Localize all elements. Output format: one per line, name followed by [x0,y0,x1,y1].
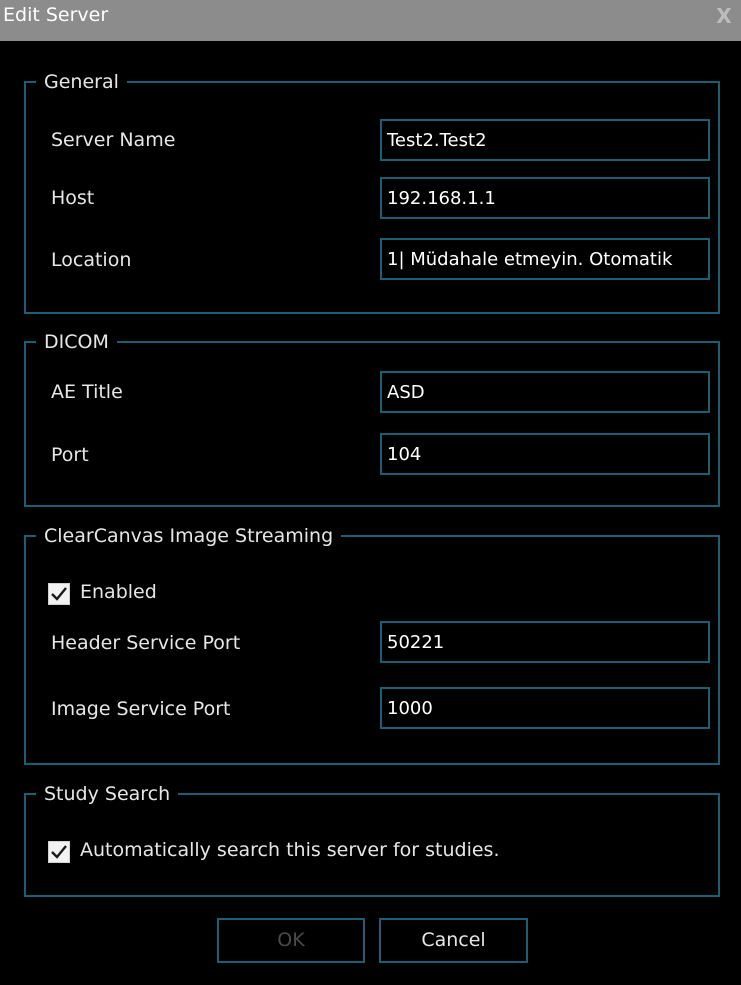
header-service-port-label: Header Service Port [51,632,241,654]
header-service-port-input[interactable] [380,621,710,663]
title-bar: Edit Server X [0,0,741,41]
ae-title-input[interactable] [380,371,710,413]
checkmark-icon [51,587,67,601]
ok-button[interactable]: OK [217,918,365,963]
image-service-port-input[interactable] [380,687,710,729]
cancel-button[interactable]: Cancel [379,918,528,963]
location-input[interactable] [380,238,710,280]
checkmark-icon [51,845,67,859]
port-label: Port [51,444,89,466]
close-icon[interactable]: X [713,4,735,28]
auto-search-label[interactable]: Automatically search this server for stu… [80,839,500,861]
streaming-group: ClearCanvas Image Streaming Enabled Head… [24,523,720,765]
port-input[interactable] [380,433,710,475]
dicom-legend: DICOM [36,329,117,355]
enabled-checkbox[interactable] [48,583,70,605]
host-input[interactable] [380,177,710,219]
location-label: Location [51,249,132,271]
window-title: Edit Server [3,4,109,26]
general-group: General Server Name Host Location [24,69,720,314]
general-legend: General [36,69,127,95]
server-name-label: Server Name [51,129,176,151]
streaming-legend: ClearCanvas Image Streaming [36,523,342,549]
enabled-label[interactable]: Enabled [80,581,157,603]
auto-search-checkbox[interactable] [48,841,70,863]
server-name-input[interactable] [380,119,710,161]
ae-title-label: AE Title [51,381,123,403]
study-search-group: Study Search Automatically search this s… [24,781,720,897]
dicom-group: DICOM AE Title Port [24,329,720,507]
host-label: Host [51,187,95,209]
study-search-legend: Study Search [36,781,179,807]
image-service-port-label: Image Service Port [51,698,231,720]
